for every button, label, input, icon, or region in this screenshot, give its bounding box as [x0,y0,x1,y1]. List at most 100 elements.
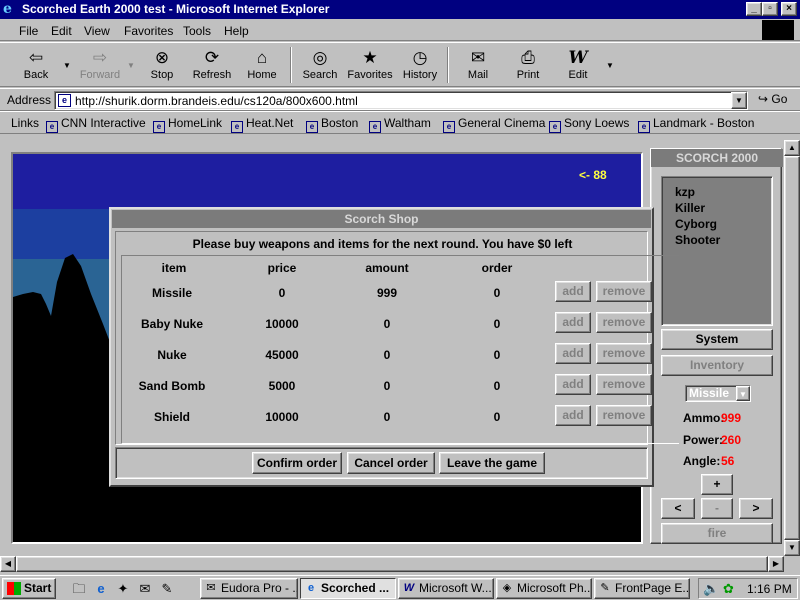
scroll-thumb[interactable] [784,156,800,540]
power-decrease-button[interactable]: - [701,498,733,519]
item-amount: 0 [383,379,391,393]
back-button[interactable]: ⇦ Back [8,47,64,85]
ie-quicklaunch-icon[interactable]: e [92,580,110,598]
page-icon: e [549,121,561,133]
shop-body: Please buy weapons and items for the nex… [115,231,679,445]
item-price: 10000 [265,317,299,331]
windows-logo-icon [762,20,794,40]
leave-game-button[interactable]: Leave the game [439,452,545,474]
task-eudora[interactable]: ✉ Eudora Pro - ... [200,578,298,599]
channels-icon[interactable]: ✦ [114,580,132,598]
minimize-button[interactable]: _ [746,2,762,16]
link-boston[interactable]: e Boston [306,116,358,133]
horizontal-scrollbar[interactable]: ◀ ▶ [0,556,784,572]
show-desktop-icon[interactable]: 🗀 [70,580,88,598]
mail-button[interactable]: ✉ Mail [450,47,506,85]
menu-edit[interactable]: Edit [51,24,72,38]
remove-button[interactable]: remove [596,374,652,395]
links-label: Links [11,116,40,130]
player-name[interactable]: Shooter [662,232,772,248]
power-increase-button[interactable]: + [701,474,733,495]
history-button[interactable]: ◷ History [392,47,448,85]
weapon-select[interactable]: Missile ▼ [685,385,751,402]
player-name[interactable]: Cyborg [662,216,772,232]
edit-dropdown-icon[interactable]: ▼ [606,61,614,70]
scorch-shop-dialog: Scorch Shop Please buy weapons and items… [109,207,679,487]
forward-arrow-icon: ⇨ [92,48,108,67]
link-landmark-boston[interactable]: e Landmark - Boston [638,116,754,133]
add-button[interactable]: add [555,312,591,333]
link-cnn-interactive[interactable]: e CNN Interactive [46,116,146,133]
shop-message: Please buy weapons and items for the nex… [192,237,573,251]
remove-button[interactable]: remove [596,405,652,426]
remove-button[interactable]: remove [596,343,652,364]
task-photo[interactable]: ◈ Microsoft Ph... [496,578,592,599]
task-frontpage[interactable]: ✎ FrontPage E... [594,578,690,599]
scroll-up-icon[interactable]: ▲ [784,140,800,156]
eudora-icon: ✉ [206,582,216,594]
item-amount: 0 [383,348,391,362]
word-icon: W [403,582,415,594]
frontpage-icon[interactable]: ✎ [158,580,176,598]
fire-button[interactable]: fire [661,523,773,544]
address-input[interactable]: e http://shurik.dorm.brandeis.edu/cs120a… [54,91,748,110]
refresh-button[interactable]: ⟳ Refresh [184,47,240,85]
link-heat-net[interactable]: e Heat.Net [231,116,293,133]
menu-tools[interactable]: Tools [183,24,211,38]
link-homelink[interactable]: e HomeLink [153,116,222,133]
menu-help[interactable]: Help [224,24,249,38]
address-url: http://shurik.dorm.brandeis.edu/cs120a/8… [75,94,358,108]
page-icon: e [638,121,650,133]
start-button[interactable]: Start [2,578,56,599]
add-button[interactable]: add [555,281,591,302]
page-icon: e [46,121,58,133]
print-button[interactable]: ⎙ Print [500,47,556,85]
close-button[interactable]: × [781,2,797,16]
add-button[interactable]: add [555,374,591,395]
add-button[interactable]: add [555,405,591,426]
address-dropdown-button[interactable]: ▼ [731,92,747,109]
back-dropdown-icon[interactable]: ▼ [63,61,71,70]
chevron-down-icon[interactable]: ▼ [736,386,750,401]
favorites-button[interactable]: ★ Favorites [342,47,398,85]
player-name[interactable]: kzp [662,184,772,200]
windows-flag-icon [7,582,21,595]
scroll-down-icon[interactable]: ▼ [784,540,800,556]
scroll-left-icon[interactable]: ◀ [0,556,16,572]
link-general-cinema[interactable]: e General Cinema [443,116,545,133]
menu-view[interactable]: View [84,24,110,38]
add-button[interactable]: add [555,343,591,364]
angle-left-button[interactable]: < [661,498,695,519]
task-scorched[interactable]: e Scorched ... [300,578,396,599]
search-button[interactable]: ◎ Search [292,47,348,85]
menu-file[interactable]: File [19,24,38,38]
menu-favorites[interactable]: Favorites [124,24,173,38]
system-tray: 🔈 ✿ 1:16 PM [698,578,798,599]
edit-button[interactable]: W Edit [550,47,606,85]
clock[interactable]: 1:16 PM [747,582,792,596]
cancel-order-button[interactable]: Cancel order [347,452,435,474]
volume-icon[interactable]: 🔈 [703,581,719,597]
scroll-right-icon[interactable]: ▶ [768,556,784,572]
maximize-button[interactable]: ▫ [762,2,778,16]
link-sony-loews[interactable]: e Sony Loews [549,116,629,133]
confirm-order-button[interactable]: Confirm order [252,452,342,474]
item-amount: 0 [383,317,391,331]
angle-right-button[interactable]: > [739,498,773,519]
remove-button[interactable]: remove [596,312,652,333]
window-title: Scorched Earth 2000 test - Microsoft Int… [22,2,330,16]
toolbar-separator [447,47,449,83]
remove-button[interactable]: remove [596,281,652,302]
network-icon[interactable]: ✿ [723,581,734,597]
stop-button[interactable]: ⊗ Stop [134,47,190,85]
outlook-icon[interactable]: ✉ [136,580,154,598]
task-word[interactable]: W Microsoft W... [398,578,494,599]
player-name[interactable]: Killer [662,200,772,216]
history-icon: ◷ [412,48,428,67]
home-button[interactable]: ⌂ Home [234,47,290,85]
forward-button[interactable]: ⇨ Forward [72,47,128,85]
vertical-scrollbar[interactable]: ▲ ▼ [784,140,800,556]
link-waltham[interactable]: e Waltham [369,116,431,133]
go-button[interactable]: ↪ Go [758,92,787,106]
scroll-thumb[interactable] [16,556,768,572]
